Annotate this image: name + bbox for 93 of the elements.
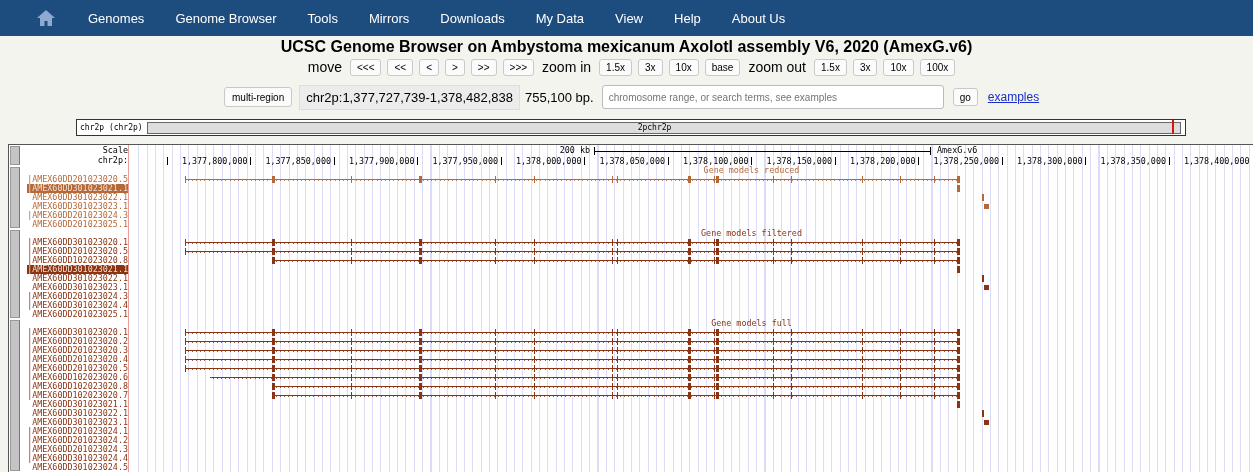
band-label: 2pchr2p: [637, 123, 672, 132]
zoom-in-button[interactable]: 1.5x: [599, 58, 632, 76]
move-button[interactable]: <<: [387, 58, 414, 76]
page-title: UCSC Genome Browser on Ambystoma mexicanum Axolotl assembly V6, 2020 (AmexG.v6): [279, 38, 974, 57]
zoom-in-button[interactable]: 10x: [668, 58, 699, 76]
nav-menu-item[interactable]: Downloads: [440, 10, 505, 26]
assembly-label: AmexG.v6: [937, 145, 978, 155]
zoom-in-button[interactable]: 3x: [638, 58, 663, 76]
track-toggle[interactable]: [10, 320, 20, 471]
tick-label: 1,377,800,000: [181, 156, 248, 166]
gene-label[interactable]: |AMEX60DD102023020.7: [27, 391, 128, 400]
zoom-out-button[interactable]: 1.5x: [814, 58, 847, 76]
nav-menu-item[interactable]: My Data: [535, 10, 585, 26]
track-title: Gene models filtered: [700, 229, 803, 238]
nav-menu-item[interactable]: About Us: [731, 10, 786, 26]
gene-label[interactable]: |AMEX60DD301023020.1: [27, 328, 128, 337]
gene-label[interactable]: |AMEX60DD201023020.2: [27, 337, 128, 346]
gene-label[interactable]: |AMEX60DD201023024.3: [27, 211, 128, 220]
tick-label: 1,378,400,000: [1183, 156, 1250, 166]
gene-label[interactable]: |AMEX60DD201023024.1: [27, 427, 128, 436]
examples-link[interactable]: examples: [987, 90, 1040, 104]
move-button[interactable]: <<<: [349, 58, 382, 76]
position-text: chr2p:1,377,727,739-1,378,482,838: [299, 84, 520, 110]
gene-label[interactable]: AMEX60DD301023022.1: [32, 193, 128, 202]
track-toggle[interactable]: [10, 146, 20, 165]
gene-label[interactable]: |AMEX60DD201023024.3: [27, 292, 128, 301]
go-button[interactable]: go: [952, 88, 978, 106]
scale-bar-label: 200 kb: [559, 145, 590, 155]
gene-label[interactable]: |AMEX60DD201023020.5: [27, 175, 128, 184]
gene-label[interactable]: AMEX60DD301023022.1: [32, 274, 128, 283]
gene-label[interactable]: |AMEX60DD201023020.3: [27, 346, 128, 355]
nav-menu-item[interactable]: Genomes: [88, 10, 145, 26]
zoom-out-button[interactable]: 10x: [883, 58, 914, 76]
gene-label[interactable]: |AMEX60DD301023024.4: [27, 301, 128, 310]
gene-label[interactable]: |AMEX60DD301023024.4: [27, 454, 128, 463]
zoom-out-label: zoom out: [748, 59, 806, 75]
move-button[interactable]: >>: [470, 58, 497, 76]
track-toggle[interactable]: [10, 230, 20, 318]
nav-menu-item[interactable]: Tools: [307, 10, 338, 26]
gene-model-drawing: [957, 185, 960, 192]
tick-label: 1,378,000,000: [515, 156, 582, 166]
gene-label[interactable]: |AMEX60DD201023024.2: [27, 436, 128, 445]
gene-label[interactable]: AMEX60DD301023024.5: [32, 463, 128, 472]
home-icon[interactable]: [36, 9, 56, 27]
gene-model-drawing: [957, 266, 960, 273]
search-field[interactable]: chromosome range, or search terms, see examples: [601, 85, 944, 109]
tick-label: 1,378,300,000: [1016, 156, 1083, 166]
gene-label[interactable]: AMEX60DD201023025.1: [32, 220, 128, 229]
tick-label: 1,378,050,000: [599, 156, 665, 166]
move-button[interactable]: >>>: [502, 58, 535, 76]
gene-label[interactable]: |AMEX60DD201023020.5: [27, 247, 128, 256]
gene-label[interactable]: AMEX60DD301023023.1: [32, 418, 128, 427]
gene-label[interactable]: AMEX60DD301023022.1: [32, 409, 128, 418]
gene-label[interactable]: |AMEX60DD102023020.6: [27, 373, 128, 382]
move-label: move: [307, 59, 342, 75]
tick-label: 1,378,250,000: [933, 156, 999, 166]
move-button[interactable]: >: [445, 58, 465, 76]
nav-menu-item[interactable]: Mirrors: [368, 10, 410, 26]
nav-menu-item[interactable]: View: [615, 10, 643, 26]
nav-menu-item[interactable]: Help: [674, 10, 701, 26]
gene-label[interactable]: |AMEX60DD102023020.8: [27, 256, 128, 265]
tick-label: 1,378,200,000: [849, 156, 916, 166]
zoom-out-button[interactable]: 3x: [852, 58, 878, 76]
tick-label: 1,377,900,000: [348, 156, 415, 166]
gene-label[interactable]: AMEX60DD201023025.1: [32, 310, 128, 319]
gene-label[interactable]: AMEX60DD301023023.1: [32, 202, 128, 211]
nav-menu-item[interactable]: Genome Browser: [175, 10, 277, 26]
scale-label: Scale: [102, 145, 128, 155]
tick-label: 1,378,150,000: [766, 156, 832, 166]
gene-label[interactable]: |AMEX60DD201023020.5: [27, 364, 128, 373]
zoom-in-label: zoom in: [542, 59, 592, 75]
track-title: Gene models reduced: [703, 166, 800, 175]
zoom-out-button[interactable]: 100x: [919, 58, 956, 76]
gene-label[interactable]: |AMEX60DD301023020.1: [27, 238, 128, 247]
gene-label[interactable]: |AMEX60DD102023020.8: [27, 382, 128, 391]
tick-label: 1,378,100,000: [682, 156, 749, 166]
gene-model-drawing: [957, 401, 960, 408]
gene-label[interactable]: AMEX60DD301023021.1: [32, 400, 128, 409]
track-title: Gene models full: [710, 319, 793, 328]
multi-region-button[interactable]: multi-region: [224, 87, 293, 107]
gene-label[interactable]: |AMEX60DD301023021.1: [27, 265, 128, 274]
tick-label: 1,378,350,000: [1100, 156, 1166, 166]
chromosome-label: chr2p:: [97, 156, 128, 165]
move-button[interactable]: <: [419, 58, 439, 76]
zoom-in-button[interactable]: base: [704, 58, 741, 76]
gene-label[interactable]: |AMEX60DD201023020.4: [27, 355, 128, 364]
chromosome-label: chr2p (chr2p): [80, 123, 143, 132]
gene-label[interactable]: AMEX60DD301023023.1: [32, 283, 128, 292]
gene-label[interactable]: |AMEX60DD201023024.3: [27, 445, 128, 454]
tick-label: 1,377,950,000: [432, 156, 498, 166]
track-toggle[interactable]: [10, 167, 20, 228]
tick-label: 1,377,850,000: [265, 156, 331, 166]
size-text: 755,100 bp.: [525, 89, 594, 105]
